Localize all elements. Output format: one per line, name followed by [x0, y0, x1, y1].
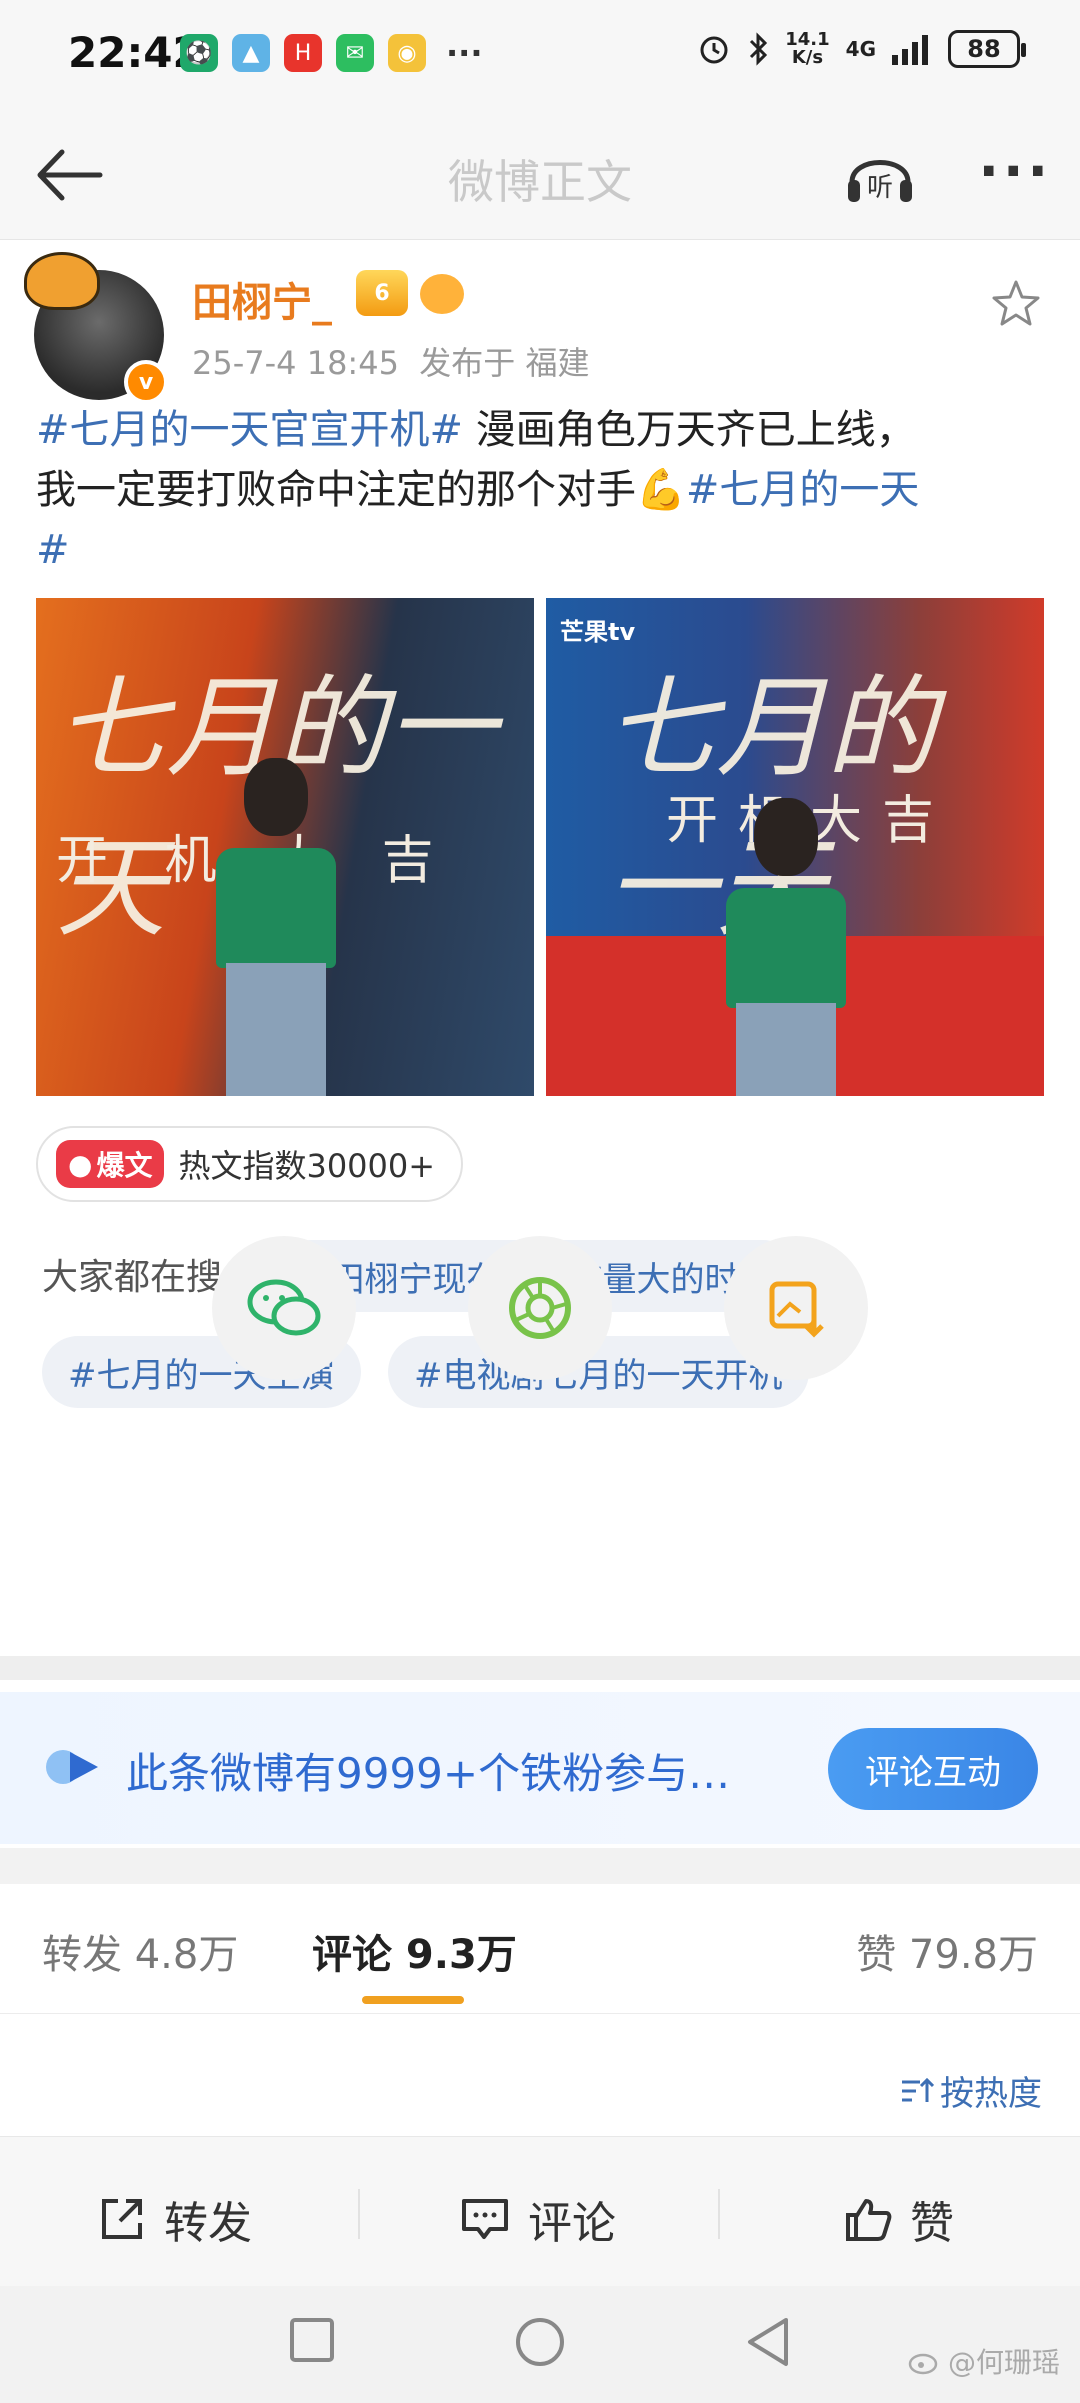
action-separator	[718, 2189, 720, 2239]
fan-participation-banner[interactable]: 此条微博有9999+个铁粉参与… 评论互动	[0, 1692, 1080, 1844]
huawei-notification-icon: H	[284, 34, 322, 72]
bottom-action-bar: 转发 评论 赞	[0, 2136, 1080, 2286]
game-notification-icon: ▲	[232, 34, 270, 72]
post-meta: 25-7-4 18:45 发布于 福建	[192, 338, 589, 384]
image-grid: 七月的一天 开 机 大 吉 芒果tv 七月的一天 开机大吉	[36, 598, 1044, 1096]
post-text: #七月的一天官宣开机# 漫画角色万天齐已上线， 我一定要打败命中注定的那个对手💪…	[36, 400, 1046, 580]
sort-by-hot-button[interactable]: 按热度	[900, 2066, 1042, 2115]
more-notifications-icon: ···	[446, 34, 483, 72]
net-speed: 14.1 K/s	[785, 29, 830, 68]
fan-banner-text: 此条微博有9999+个铁粉参与…	[126, 1749, 731, 1798]
section-divider	[0, 1848, 1080, 1884]
topic-tag-end[interactable]: #	[36, 527, 70, 573]
hot-index-text: 热文指数30000+	[178, 1147, 436, 1185]
post-image[interactable]: 七月的一天 开 机 大 吉	[36, 598, 534, 1096]
favorite-star-icon[interactable]	[988, 276, 1044, 332]
active-tab-indicator	[362, 1996, 464, 2004]
weibo-logo-icon	[908, 2353, 938, 2375]
actor-figure	[726, 798, 846, 1096]
wechat-icon	[247, 1279, 321, 1336]
share-wechat-button[interactable]	[212, 1236, 356, 1380]
notification-icons: ⚽ ▲ H ✉ ◉ ···	[180, 34, 482, 72]
level-badge-crown-icon: 6	[356, 270, 408, 316]
topic-tag[interactable]: #七月的一天	[686, 467, 920, 513]
fire-icon: ●	[68, 1147, 93, 1181]
save-image-icon	[769, 1281, 824, 1338]
recent-apps-button[interactable]	[288, 2316, 336, 2364]
post-timestamp: 25-7-4 18:45	[192, 344, 399, 382]
status-bar: 22:42 ⚽ ▲ H ✉ ◉ ··· 14.1 K/s 4G 88	[0, 0, 1080, 110]
status-right: 14.1 K/s 4G 88	[697, 29, 1026, 68]
back-button[interactable]	[744, 2316, 792, 2368]
save-image-button[interactable]	[724, 1236, 868, 1380]
thumbs-up-icon	[846, 2199, 892, 2241]
sort-icon	[902, 2077, 934, 2102]
comment-icon	[462, 2199, 508, 2239]
listen-button[interactable]: 听	[842, 138, 918, 214]
engagement-tabs: 转发 4.8万 评论 9.3万 赞 79.8万	[0, 1884, 1080, 2014]
moments-icon	[509, 1277, 571, 1339]
system-nav-bar: @何珊瑶	[0, 2286, 1080, 2403]
comment-button[interactable]: 评论	[460, 2187, 616, 2251]
verified-badge: v	[124, 360, 168, 404]
weibo-notification-icon: ◉	[388, 34, 426, 72]
listen-label: 听	[867, 173, 893, 203]
post-text-part: 漫画角色万天齐已上线，	[463, 407, 916, 453]
hot-index-pill[interactable]: ● 爆文 热文指数30000+	[36, 1126, 464, 1202]
headphone-icon: 听	[848, 160, 912, 203]
repost-button[interactable]: 转发	[98, 2187, 252, 2251]
sort-label: 按热度	[940, 2074, 1042, 2114]
tiger-avatar-pendant-icon	[24, 252, 100, 310]
wechat-notification-icon: ✉	[336, 34, 374, 72]
tab-repost[interactable]: 转发 4.8万	[42, 1922, 238, 1980]
tab-comment[interactable]: 评论 9.3万	[312, 1922, 517, 1980]
bluetooth-icon	[750, 32, 768, 66]
tab-like[interactable]: 赞 79.8万	[856, 1922, 1038, 1980]
network-type: 4G	[845, 37, 876, 61]
topic-tag[interactable]: #七月的一天官宣开机#	[36, 407, 463, 453]
avatar[interactable]: v	[24, 252, 168, 404]
app-notification-icon: ⚽	[180, 34, 218, 72]
signal-icon	[892, 35, 928, 65]
share-moments-button[interactable]	[468, 1236, 612, 1380]
comment-interact-button[interactable]: 评论互动	[828, 1728, 1038, 1810]
post-location: 发布于 福建	[419, 344, 590, 382]
hot-badge: ● 爆文	[56, 1140, 165, 1188]
username[interactable]: 田栩宁_	[192, 270, 332, 328]
alarm-icon	[700, 36, 728, 64]
weibo-watermark: @何珊瑶	[908, 2341, 1060, 2381]
post-image[interactable]: 芒果tv 七月的一天 开机大吉	[546, 598, 1044, 1096]
more-options-icon[interactable]: ···	[978, 140, 1052, 203]
home-button[interactable]	[514, 2316, 566, 2368]
like-button[interactable]: 赞	[844, 2187, 954, 2251]
post-text-part: 我一定要打败命中注定的那个对手💪	[36, 467, 686, 513]
fish-badge-icon	[420, 274, 464, 314]
battery-indicator: 88	[948, 30, 1026, 68]
share-out-icon	[102, 2199, 142, 2239]
action-separator	[358, 2189, 360, 2239]
section-divider	[0, 1656, 1080, 1680]
fan-icon	[46, 1750, 98, 1784]
page-title: 微博正文	[448, 155, 632, 209]
share-row	[0, 1236, 1080, 1386]
actor-figure	[216, 758, 336, 1096]
top-nav-bar: 微博正文 听 ···	[0, 110, 1080, 240]
